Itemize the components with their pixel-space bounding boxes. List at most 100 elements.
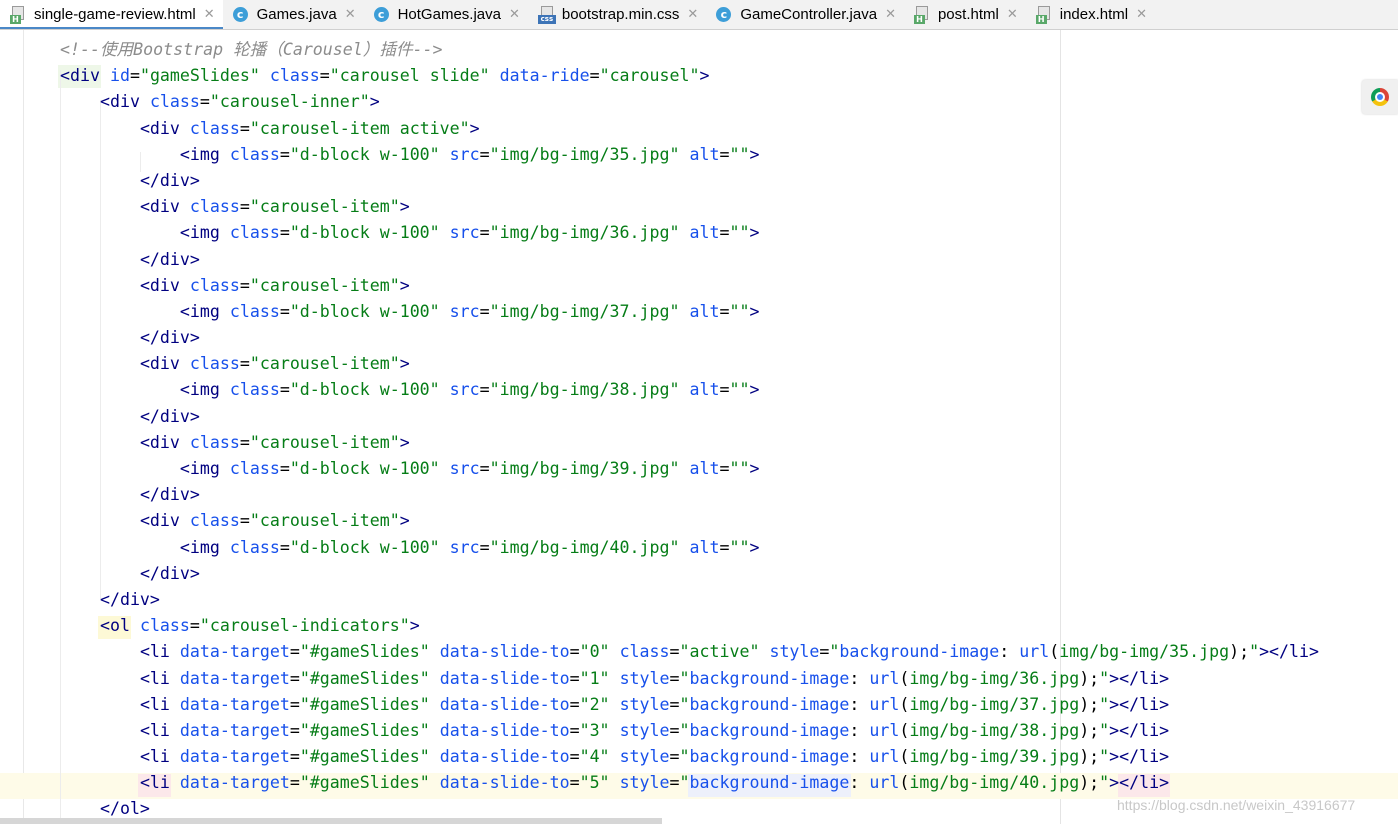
code-token: class xyxy=(229,223,280,243)
code-token: "img/bg-img/39.jpg" xyxy=(489,459,680,478)
code-token: = xyxy=(239,197,250,217)
code-line[interactable]: </div> xyxy=(20,168,1319,194)
code-token: > xyxy=(399,354,410,374)
horizontal-scrollbar[interactable] xyxy=(0,818,662,824)
code-line[interactable]: <img class="d-block w-100" src="img/bg-i… xyxy=(20,220,1319,246)
code-token: "img/bg-img/37.jpg" xyxy=(489,301,680,321)
close-icon[interactable]: ✕ xyxy=(1007,7,1018,22)
code-line[interactable]: <div class="carousel-item"> xyxy=(20,273,1319,299)
code-token: = xyxy=(479,144,490,164)
tab-single-game-review-html[interactable]: Hsingle-game-review.html ✕ xyxy=(0,0,223,29)
code-line[interactable]: <li data-target="#gameSlides" data-slide… xyxy=(20,666,1319,692)
close-icon[interactable]: ✕ xyxy=(345,7,356,22)
watermark-text: https://blog.csdn.net/weixin_43916677 xyxy=(1117,797,1356,813)
code-token: > xyxy=(749,537,760,557)
code-line[interactable]: <div class="carousel-item"> xyxy=(20,508,1319,534)
code-token: = xyxy=(189,616,200,636)
close-icon[interactable]: ✕ xyxy=(204,7,215,22)
code-token: </div> xyxy=(139,249,200,269)
code-token: class xyxy=(189,511,240,531)
code-token: = xyxy=(669,694,680,714)
code-line[interactable]: </div> xyxy=(20,482,1319,508)
code-lines[interactable]: <!--使用Bootstrap 轮播（Carousel）插件--> <div id… xyxy=(20,37,1319,823)
code-token: " xyxy=(679,668,690,688)
code-line[interactable]: </div> xyxy=(20,325,1319,351)
code-token: background-image xyxy=(839,642,1000,662)
code-line[interactable]: <img class="d-block w-100" src="img/bg-i… xyxy=(20,456,1319,482)
code-line[interactable]: <img class="d-block w-100" src="img/bg-i… xyxy=(20,299,1319,325)
code-token: url xyxy=(869,668,900,688)
code-token: ( xyxy=(899,747,910,767)
code-line[interactable]: <li data-target="#gameSlides" data-slide… xyxy=(20,770,1319,796)
code-line[interactable]: <div class="carousel-item"> xyxy=(20,430,1319,456)
code-line[interactable]: <li data-target="#gameSlides" data-slide… xyxy=(20,692,1319,718)
code-token: src xyxy=(449,537,480,557)
code-editor[interactable]: <!--使用Bootstrap 轮播（Carousel）插件--> <div id… xyxy=(0,30,1398,824)
tab-hotgames-java[interactable]: c HotGames.java ✕ xyxy=(364,0,528,29)
code-token: "" xyxy=(729,301,750,321)
code-token: background-image xyxy=(689,720,850,740)
code-line[interactable]: </div> xyxy=(20,561,1319,587)
close-icon[interactable]: ✕ xyxy=(1136,7,1147,22)
code-line[interactable]: <li data-target="#gameSlides" data-slide… xyxy=(20,639,1319,665)
code-token: <img xyxy=(179,223,220,243)
java-class-icon: c xyxy=(716,6,734,24)
close-icon[interactable]: ✕ xyxy=(509,7,520,22)
code-line[interactable]: <img class="d-block w-100" src="img/bg-i… xyxy=(20,142,1319,168)
code-token: <div xyxy=(139,511,180,531)
open-in-browser-button[interactable] xyxy=(1362,80,1398,114)
code-line[interactable]: <div class="carousel-item"> xyxy=(20,351,1319,377)
code-token: <div xyxy=(60,66,100,86)
code-token: > xyxy=(399,511,410,531)
code-line[interactable]: <div class="carousel-item"> xyxy=(20,194,1319,220)
code-line[interactable]: <li data-target="#gameSlides" data-slide… xyxy=(20,744,1319,770)
code-token: <div xyxy=(139,197,180,217)
close-icon[interactable]: ✕ xyxy=(687,7,698,22)
code-token: " xyxy=(1099,773,1110,793)
code-token: ); xyxy=(1229,642,1250,662)
tab-post-html[interactable]: Hpost.html ✕ xyxy=(904,0,1026,29)
tab-games-java[interactable]: c Games.java ✕ xyxy=(223,0,364,29)
code-line[interactable]: <div class="carousel-item active"> xyxy=(20,116,1319,142)
code-line[interactable]: </div> xyxy=(20,587,1319,613)
close-icon[interactable]: ✕ xyxy=(885,7,896,22)
tab-gamecontroller-java[interactable]: c GameController.java ✕ xyxy=(706,0,904,29)
code-token: class xyxy=(229,380,280,400)
code-line[interactable]: <img class="d-block w-100" src="img/bg-i… xyxy=(20,377,1319,403)
code-token: = xyxy=(719,301,730,321)
code-token: <div xyxy=(139,118,180,138)
tab-label: HotGames.java xyxy=(397,6,501,23)
code-line[interactable]: </div> xyxy=(20,247,1319,273)
code-token: alt xyxy=(689,301,720,321)
html-file-icon: H xyxy=(10,5,28,24)
code-line[interactable]: <li data-target="#gameSlides" data-slide… xyxy=(20,718,1319,744)
code-token: style xyxy=(619,720,670,740)
java-class-icon: c xyxy=(373,6,392,24)
code-token: > xyxy=(749,301,760,321)
code-line[interactable]: <div id="gameSlides" class="carousel sli… xyxy=(20,63,1319,89)
code-token: = xyxy=(669,642,680,662)
code-line[interactable]: <ol class="carousel-indicators"> xyxy=(20,613,1319,639)
code-line[interactable]: <!--使用Bootstrap 轮播（Carousel）插件--> xyxy=(20,37,1319,63)
code-token: class xyxy=(189,118,240,138)
code-line[interactable]: <div class="carousel-inner"> xyxy=(20,89,1319,115)
tab-index-html[interactable]: Hindex.html ✕ xyxy=(1026,0,1155,29)
code-line[interactable]: <img class="d-block w-100" src="img/bg-i… xyxy=(20,535,1319,561)
code-token: "carousel" xyxy=(599,66,700,86)
code-token: url xyxy=(869,773,900,793)
code-line[interactable]: </div> xyxy=(20,404,1319,430)
code-token: = xyxy=(669,720,680,740)
tab-bootstrap-min-css[interactable]: css bootstrap.min.css ✕ xyxy=(528,0,706,29)
code-token: ( xyxy=(899,773,910,793)
